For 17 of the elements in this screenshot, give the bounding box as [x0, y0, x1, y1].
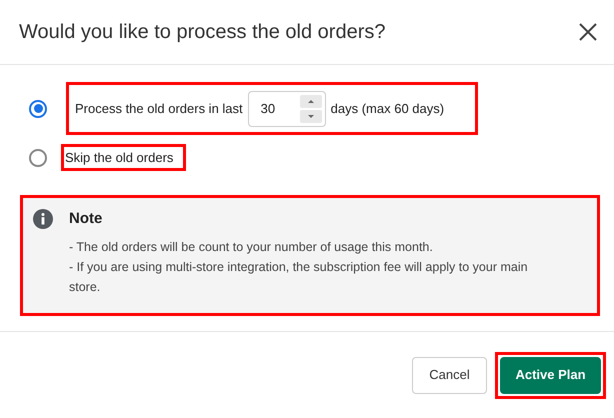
info-icon: [33, 209, 53, 229]
radio-button[interactable]: [29, 148, 47, 166]
spin-up-button[interactable]: [300, 94, 322, 108]
caret-up-icon: [306, 98, 315, 104]
caret-down-icon: [306, 112, 315, 120]
activate-button[interactable]: Active Plan: [500, 356, 601, 394]
note-text: - The old orders will be count to your number of usage this month.: [69, 238, 434, 256]
number-field[interactable]: 30: [248, 90, 326, 126]
spin-down-button[interactable]: [300, 110, 322, 122]
option-label: Process the old orders in last: [75, 100, 243, 118]
option-label: Skip the old orders: [65, 148, 174, 167]
radio-button[interactable]: [29, 100, 47, 118]
note-text: - If you are using multi-store integration, the subscription fee will apply to your main store.: [69, 258, 529, 296]
note-title: Note: [69, 209, 104, 229]
option-suffix: days (max 60 days): [330, 100, 444, 118]
cancel-button[interactable]: Cancel: [412, 356, 487, 394]
dialog-title: Would you like to process the old orders?: [19, 20, 386, 45]
